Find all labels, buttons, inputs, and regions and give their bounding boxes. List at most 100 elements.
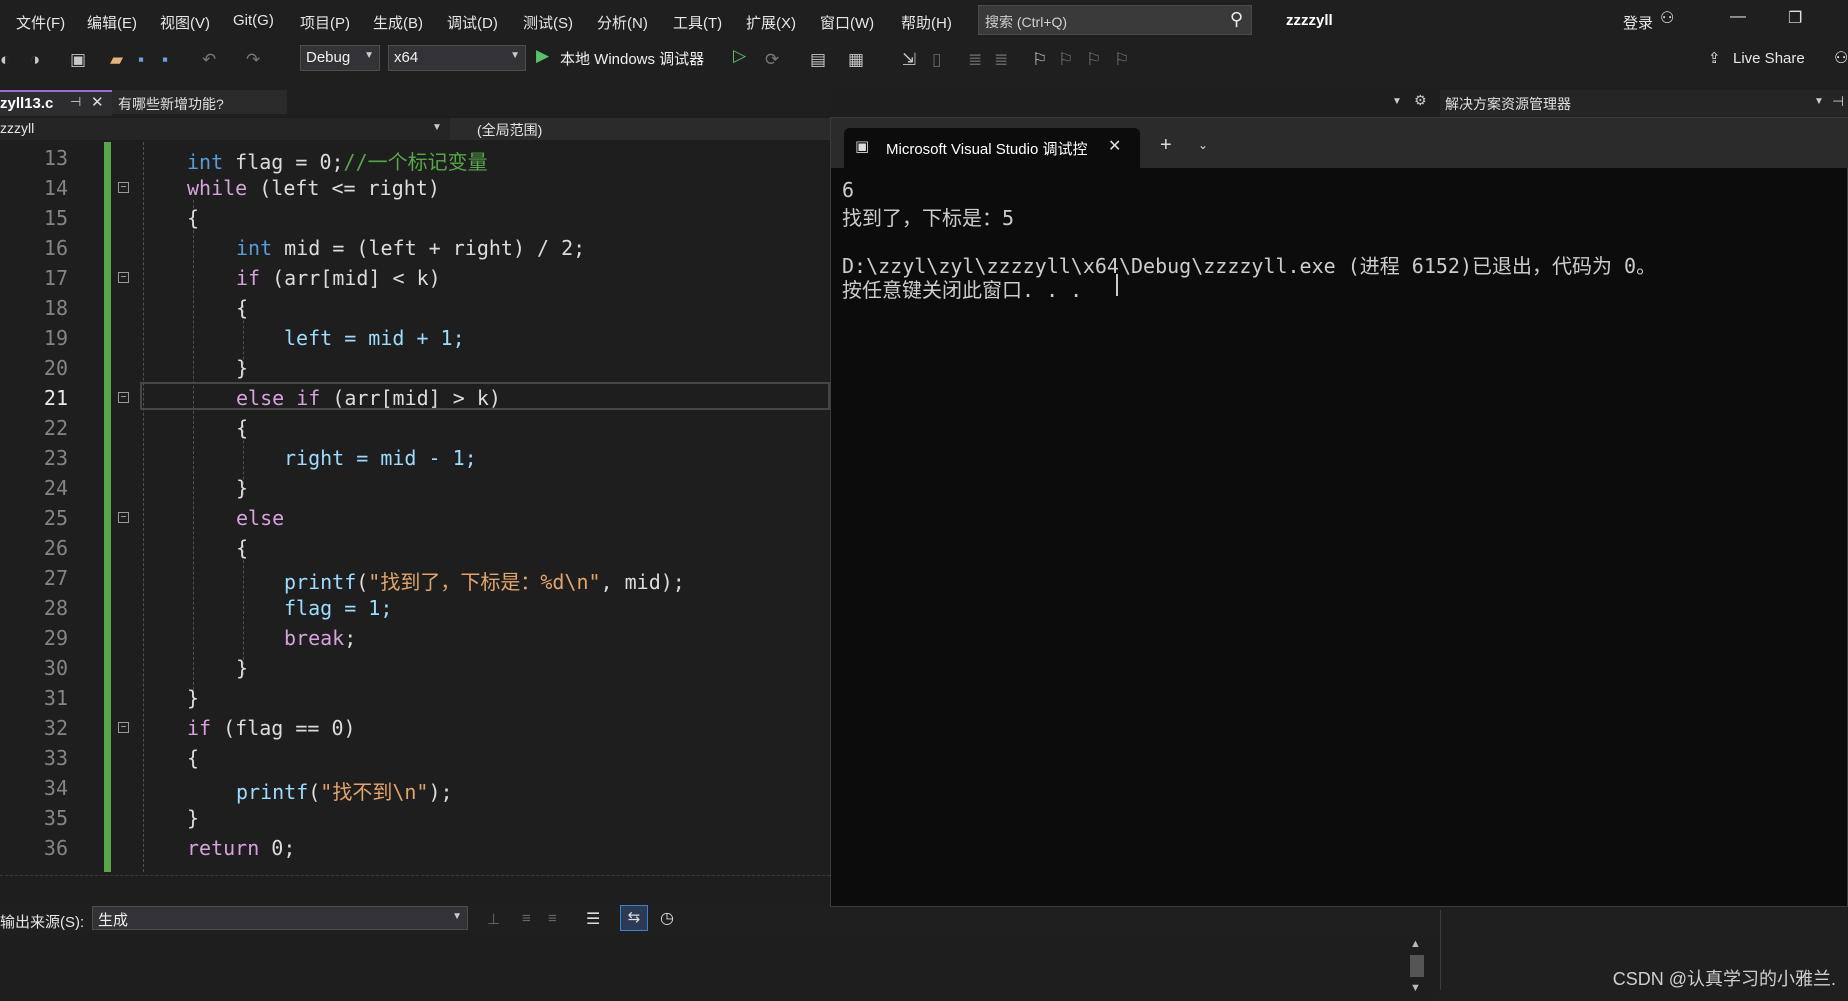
menu-build[interactable]: 生成(B) [373,12,423,33]
scope-dropdown[interactable]: (全局范围) [477,120,542,140]
collapse-icon[interactable]: − [118,392,129,403]
code-line: { [236,296,249,320]
menu-window[interactable]: 窗口(W) [820,12,874,33]
config-combo[interactable]: Debug ▼ [300,45,380,71]
save-icon[interactable]: ▪ [138,50,144,70]
code-line: { [236,416,249,440]
tab-label: zyll13.c [0,95,54,112]
line-number: 30 [43,656,68,680]
chevron-down-icon: ▼ [432,122,442,133]
console-tab-title: Microsoft Visual Studio 调试控 [886,141,1088,158]
restore-icon[interactable]: ❐ [1788,8,1802,28]
account-icon[interactable]: ⚇ [1660,8,1674,28]
live-share-icon[interactable]: ⇪ [1708,49,1721,67]
play-icon[interactable]: ▶ [536,46,549,66]
code-line: if (arr[mid] < k) [236,266,441,290]
console-tab[interactable]: ▣ Microsoft Visual Studio 调试控 ✕ [844,128,1140,168]
save-all-icon[interactable]: ▪ [162,50,168,70]
code-line: } [236,356,249,380]
next-message-icon[interactable]: ≡ [548,910,557,927]
layout-icon[interactable]: ▦ [848,50,864,70]
collapse-icon[interactable]: − [118,182,129,193]
run-without-debug-icon[interactable]: ▷ [733,46,746,66]
feedback-icon[interactable]: ⚇ [1834,48,1848,68]
minimize-icon[interactable]: — [1730,8,1746,26]
menu-tools[interactable]: 工具(T) [673,12,722,33]
new-tab-icon[interactable]: + [1160,134,1172,157]
login-link[interactable]: 登录 [1623,12,1653,33]
scrollbar-thumb[interactable] [1410,955,1424,977]
platform-combo[interactable]: x64 ▼ [388,45,526,71]
code-line: int mid = (left + right) / 2; [236,236,586,260]
menu-analyze[interactable]: 分析(N) [597,12,648,33]
outdent-icon[interactable]: ≣ [994,50,1008,70]
prev-message-icon[interactable]: ≡ [522,910,531,927]
pin-icon[interactable]: ⊣ [70,94,81,110]
terminal-icon: ▣ [855,138,870,155]
collapse-icon[interactable]: − [118,722,129,733]
solution-icon[interactable]: ▤ [810,50,826,70]
project-dropdown[interactable]: zzzyll [0,120,34,136]
live-share-button[interactable]: Live Share [1733,50,1805,67]
scroll-down-icon[interactable]: ▼ [1410,982,1421,994]
open-folder-icon[interactable]: ▰ [110,50,123,70]
menu-git[interactable]: Git(G) [233,12,274,29]
line-number: 25 [43,506,68,530]
close-icon[interactable]: ✕ [1108,136,1121,156]
menu-test[interactable]: 测试(S) [523,12,573,33]
word-wrap-toggle[interactable]: ⇆ [620,905,648,931]
find-message-icon[interactable]: ⊥ [487,910,500,928]
code-line: } [236,656,249,680]
forward-icon[interactable]: ◑ [30,50,40,70]
menu-view[interactable]: 视图(V) [160,12,210,33]
chevron-down-icon[interactable]: ▼ [1814,96,1824,107]
menu-extensions[interactable]: 扩展(X) [746,12,796,33]
line-number: 32 [43,716,68,740]
menu-project[interactable]: 项目(P) [300,12,350,33]
chevron-down-icon: ▼ [510,50,520,61]
output-panel[interactable] [0,935,1440,1001]
output-source-label: 输出来源(S): [0,914,85,931]
collapse-icon[interactable]: − [118,272,129,283]
toolbar [0,42,1848,87]
close-icon[interactable]: ✕ [91,93,104,111]
bookmark-next-icon[interactable]: ⚐ [1086,50,1101,70]
chevron-down-icon[interactable]: ⌄ [1198,138,1208,152]
new-project-icon[interactable]: ▣ [70,50,86,70]
chevron-down-icon[interactable]: ▼ [1392,96,1402,107]
comment-icon[interactable]: ▯ [932,50,941,70]
line-number: 33 [43,746,68,770]
menu-file[interactable]: 文件(F) [16,12,65,33]
search-input[interactable]: 搜索 (Ctrl+Q) ⚲ [978,5,1252,35]
code-line: right = mid - 1; [284,446,477,470]
menu-edit[interactable]: 编辑(E) [87,12,137,33]
tab-zyll13[interactable]: zyll13.c ⊣ ✕ [0,90,112,116]
run-debugger-button[interactable]: 本地 Windows 调试器 [560,48,704,69]
line-number: 21 [43,386,68,410]
output-source-combo[interactable]: 生成 ▼ [92,906,468,930]
back-icon[interactable]: ◐ [0,50,10,70]
clear-all-icon[interactable]: ☰ [586,909,600,929]
hot-reload-icon[interactable]: ⟳ [765,50,779,70]
code-line: } [236,476,249,500]
bookmark-clear-icon[interactable]: ⚐ [1114,50,1129,70]
clock-icon[interactable]: ◷ [660,908,674,928]
indent-icon[interactable]: ≣ [968,50,982,70]
line-number: 36 [43,836,68,860]
bookmark-prev-icon[interactable]: ⚐ [1058,50,1073,70]
pin-icon[interactable]: ⊣ [1832,93,1844,110]
step-icon[interactable]: ⇲ [902,50,916,70]
debug-console-window[interactable] [830,117,1848,907]
tab-label: 有哪些新增功能? [118,96,224,112]
menu-help[interactable]: 帮助(H) [901,12,952,33]
menu-debug[interactable]: 调试(D) [447,12,498,33]
collapse-icon[interactable]: − [118,512,129,523]
tab-whats-new[interactable]: 有哪些新增功能? [112,90,287,114]
redo-icon[interactable]: ↷ [246,50,260,70]
gear-icon[interactable]: ⚙ [1414,92,1427,109]
bookmark-icon[interactable]: ⚐ [1032,50,1047,70]
undo-icon[interactable]: ↶ [202,50,216,70]
code-line: left = mid + 1; [284,326,465,350]
indent-guide [193,200,194,700]
scroll-up-icon[interactable]: ▲ [1410,938,1421,950]
